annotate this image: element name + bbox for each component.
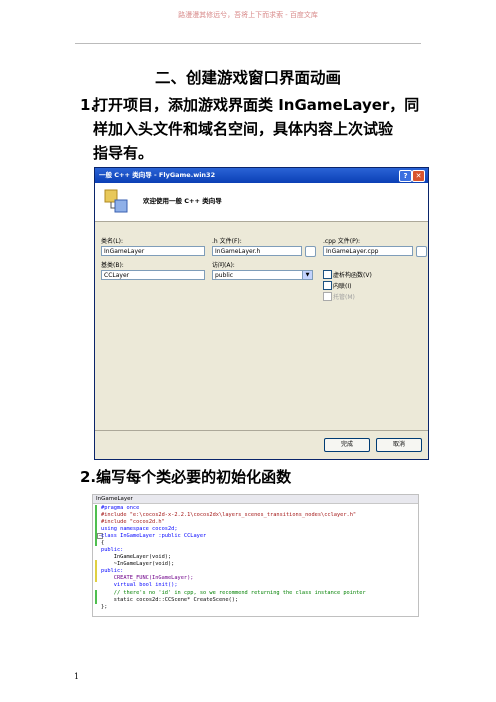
header-rule: [75, 43, 421, 44]
managed-label: 托管(M): [333, 294, 355, 301]
code-line: InGameLayer(void);: [101, 554, 172, 560]
step-1-number: 1.: [80, 96, 97, 114]
dialog-titlebar: 一般 C++ 类向导 - FlyGame.win32 ? ✕: [95, 168, 428, 183]
watermark: 路漫漫其修远兮，吾将上下而求索 - 百度文库: [178, 11, 318, 19]
changed-lines-marker: [95, 590, 97, 604]
class-wizard-icon: [104, 189, 128, 213]
h-file-input[interactable]: InGameLayer.h: [212, 246, 302, 256]
edited-lines-marker: [95, 560, 97, 582]
code-line: CREATE_FUNC(InGameLayer);: [101, 575, 194, 581]
step-2-number: 2.: [80, 468, 97, 486]
class-wizard-dialog: 一般 C++ 类向导 - FlyGame.win32 ? ✕ 欢迎使用一般 C+…: [94, 167, 429, 460]
code-line: // there's no 'id' in cpp, so we recomme…: [101, 590, 366, 596]
code-line: };: [101, 604, 108, 610]
managed-checkbox: [323, 292, 332, 301]
code-line: #include "cocos2d.h": [101, 519, 165, 525]
h-file-label: .h 文件(F):: [212, 238, 242, 245]
cpp-file-label: .cpp 文件(P):: [323, 238, 361, 245]
close-button[interactable]: ✕: [412, 170, 425, 182]
help-button[interactable]: ?: [399, 170, 412, 182]
base-class-input[interactable]: CCLayer: [101, 270, 205, 280]
finish-button[interactable]: 完成: [324, 438, 370, 452]
code-line: public:: [101, 547, 124, 553]
virtual-destructor-checkbox[interactable]: [323, 270, 332, 279]
code-line: virtual bool init();: [101, 582, 178, 588]
inline-checkbox[interactable]: [323, 281, 332, 290]
code-editor-continued: // there's no 'id' in cpp, so we recomme…: [92, 590, 419, 617]
step-1-line-2: 样加入头文件和域名空间，具体内容上次试验: [93, 120, 394, 138]
code-editor-tab: InGameLayer: [93, 495, 418, 504]
step-1-line-3: 指导有。: [93, 144, 154, 162]
banner-text: 欢迎使用一般 C++ 类向导: [143, 197, 222, 205]
access-select[interactable]: public ▼: [212, 270, 313, 280]
access-label: 访问(A):: [212, 262, 235, 269]
dialog-separator: [95, 430, 428, 431]
access-select-value: public: [215, 272, 234, 279]
class-name-label: 类名(L):: [101, 238, 124, 245]
step-2-text: 编写每个类必要的初始化函数: [96, 468, 292, 486]
code-line: static cocos2d::CCScene* CreateScene();: [101, 597, 239, 603]
code-line: {: [101, 540, 105, 546]
dialog-banner: 欢迎使用一般 C++ 类向导: [95, 183, 428, 222]
h-file-browse-button[interactable]: [305, 246, 316, 257]
virtual-destructor-label: 虚析构函数(V): [333, 272, 372, 279]
code-line: ~InGameLayer(void);: [101, 561, 175, 567]
section-heading: 二、创建游戏窗口界面动画: [154, 69, 341, 87]
cpp-file-input[interactable]: InGameLayer.cpp: [323, 246, 413, 256]
step-2: 2.编写每个类必要的初始化函数: [80, 466, 291, 487]
changed-lines-marker: [95, 505, 97, 546]
page-number: 1: [74, 672, 80, 681]
code-line: #include "e:\cocos2d-x-2.2.1\cocos2dx\la…: [101, 512, 357, 518]
chevron-down-icon[interactable]: ▼: [302, 271, 312, 279]
inline-label: 内联(I): [333, 283, 352, 290]
base-class-label: 基类(B):: [101, 262, 124, 269]
cancel-button[interactable]: 取消: [376, 438, 422, 452]
dialog-title: 一般 C++ 类向导 - FlyGame.win32: [99, 171, 216, 179]
code-line: using namespace cocos2d;: [101, 526, 178, 532]
code-line: class InGameLayer :public CCLayer: [101, 533, 207, 539]
step-1: 1.打开项目，添加游戏界面类 InGameLayer，同 样加入头文件和域名空间…: [80, 93, 420, 165]
cpp-file-browse-button[interactable]: [416, 246, 427, 257]
code-line: #pragma once: [101, 505, 140, 511]
code-editor: InGameLayer − #pragma once #include "e:\…: [92, 494, 419, 592]
code-line: public:: [101, 568, 124, 574]
step-1-line-1: 打开项目，添加游戏界面类 InGameLayer，同: [93, 96, 420, 114]
class-name-input[interactable]: InGameLayer: [101, 246, 205, 256]
